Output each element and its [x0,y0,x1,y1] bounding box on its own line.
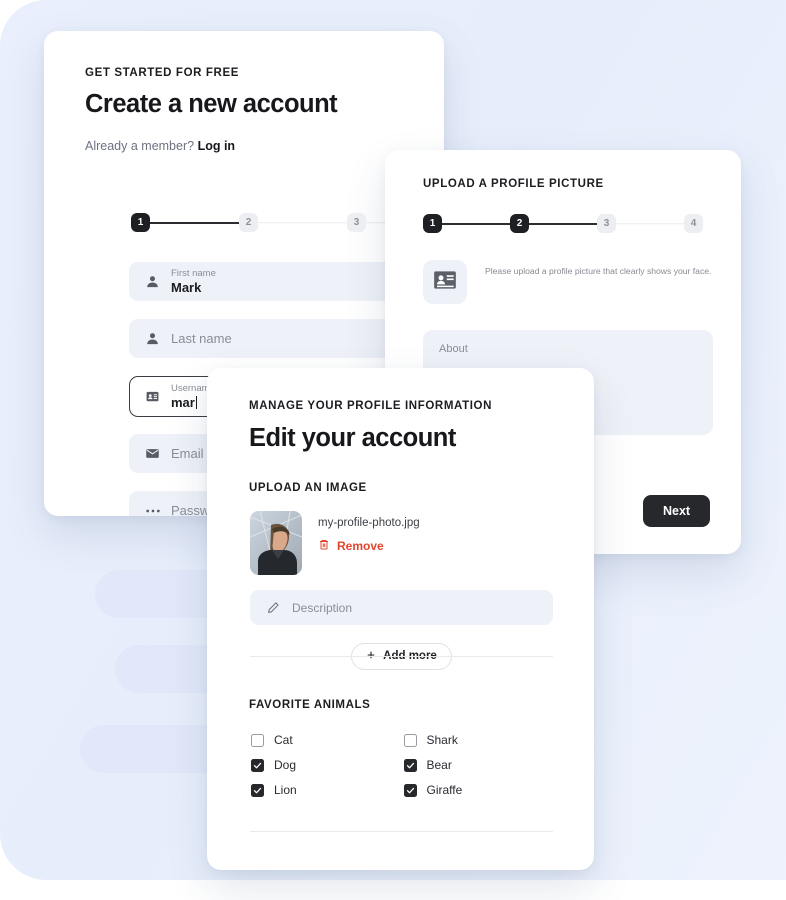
description-field[interactable]: Description [250,590,553,625]
edit-account-card: MANAGE YOUR PROFILE INFORMATION Edit you… [207,368,594,870]
edit-title: Edit your account [249,424,456,452]
check-icon [406,787,414,793]
upload-stepper: 1 2 3 4 [423,214,703,233]
next-button[interactable]: Next [643,495,711,527]
description-placeholder: Description [292,600,353,615]
first-name-label: First name [171,267,216,279]
edit-eyebrow: MANAGE YOUR PROFILE INFORMATION [249,400,493,412]
app-root: GET STARTED FOR FREE Create a new accoun… [0,0,786,900]
checkbox-box[interactable] [251,783,264,797]
animal-checkbox-shark[interactable]: Shark [403,733,557,747]
profile-photo-thumbnail[interactable] [250,511,302,575]
checkbox-box[interactable] [403,733,417,747]
person-icon [144,273,161,290]
check-icon [253,787,262,793]
animal-checkbox-dog[interactable]: Dog [251,758,404,772]
signup-step-3[interactable]: 3 [347,213,366,232]
animal-label: Lion [274,783,297,797]
id-card-icon [144,388,161,405]
upload-step-1[interactable]: 1 [423,214,442,233]
id-card-icon [432,267,458,298]
checkbox-box[interactable] [403,758,417,772]
animal-label: Bear [426,758,452,772]
checkbox-box[interactable] [403,783,417,797]
trash-icon [318,538,330,554]
animal-checkbox-giraffe[interactable]: Giraffe [403,783,557,797]
text-caret [195,395,197,409]
remove-file-button[interactable]: Remove [318,538,384,554]
member-prompt: Already a member? Log in [85,139,235,153]
check-icon [406,762,414,768]
upload-eyebrow: UPLOAD A PROFILE PICTURE [423,178,604,190]
animal-checkbox-cat[interactable]: Cat [251,733,404,747]
signup-step-1[interactable]: 1 [131,213,150,232]
last-name-placeholder: Last name [171,330,232,346]
file-meta: my-profile-photo.jpg Remove [318,511,420,575]
checkbox-box[interactable] [251,733,264,747]
uploaded-file-row: my-profile-photo.jpg Remove [250,511,420,575]
upload-hint-row: Please upload a profile picture that cle… [423,260,713,304]
check-icon [253,762,262,768]
favorite-animals-section-label: FAVORITE ANIMALS [249,699,371,711]
first-name-value: Mark [171,279,202,295]
file-name: my-profile-photo.jpg [318,517,420,529]
person-icon [144,330,161,347]
envelope-icon [144,445,161,462]
checkbox-box[interactable] [251,758,264,772]
about-placeholder: About [439,343,468,355]
email-placeholder: Email [171,445,204,461]
add-more-divider [250,656,553,657]
favorite-animals-group: Cat Shark Dog Bear Lion Giraffe [251,733,556,797]
animal-label: Cat [274,733,293,747]
animal-label: Giraffe [426,783,463,797]
remove-label: Remove [337,539,384,553]
animal-checkbox-bear[interactable]: Bear [403,758,557,772]
username-value: mar [171,394,195,410]
animal-checkbox-lion[interactable]: Lion [251,783,404,797]
bottom-divider [250,831,553,832]
login-link[interactable]: Log in [198,139,236,153]
dots-icon [144,502,161,516]
signup-eyebrow: GET STARTED FOR FREE [85,67,240,79]
signup-step-2[interactable]: 2 [239,213,258,232]
upload-icon-tile[interactable] [423,260,467,304]
upload-step-2[interactable]: 2 [510,214,529,233]
upload-step-4[interactable]: 4 [684,214,703,233]
animal-label: Dog [274,758,297,772]
add-more-row: Add more [250,642,553,670]
pencil-icon [265,599,282,616]
upload-image-section-label: UPLOAD AN IMAGE [249,482,367,494]
upload-step-3[interactable]: 3 [597,214,616,233]
animal-label: Shark [426,733,458,747]
upload-helper-text: Please upload a profile picture that cle… [485,266,712,276]
signup-title: Create a new account [85,90,338,118]
member-prompt-text: Already a member? [85,139,195,153]
